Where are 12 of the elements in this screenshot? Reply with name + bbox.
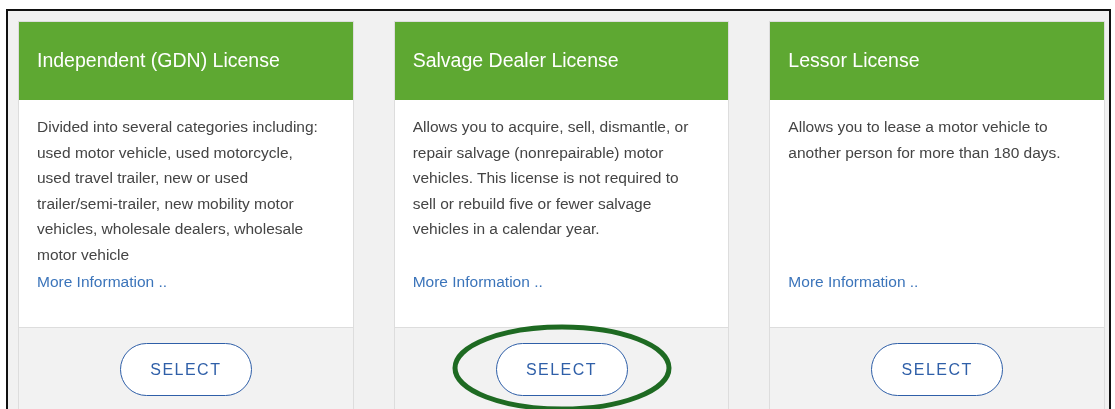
select-button[interactable]: SELECT: [871, 343, 1004, 396]
card-description: Divided into several categories including: used motor vehicle, used motorcycle, used travel trailer, new or used trailer/semi-trailer, new mobility motor vehicles, wholesale dealers, wholesale motor vehicle: [37, 117, 319, 265]
more-information-link[interactable]: More Information ..: [412, 269, 543, 295]
card-title: Independent (GDN) License: [19, 22, 353, 100]
more-information-link[interactable]: More Information ..: [788, 269, 919, 295]
card-description: Allows you to lease a motor vehicle to another person for more than 180 days.: [788, 117, 1062, 163]
card-description: Allows you to acquire, sell, dismantle, or repair salvage (nonrepairable) motor vehicles. This license is not required to sell or rebuild five or fewer salvage vehicles in a calendar year.: [412, 117, 690, 239]
card-title: Lessor License: [770, 22, 1104, 100]
card-title: Salvage Dealer License: [394, 22, 729, 100]
more-information-link[interactable]: More Information ..: [37, 269, 168, 295]
select-button[interactable]: SELECT: [119, 343, 252, 396]
select-button[interactable]: SELECT: [495, 343, 628, 396]
